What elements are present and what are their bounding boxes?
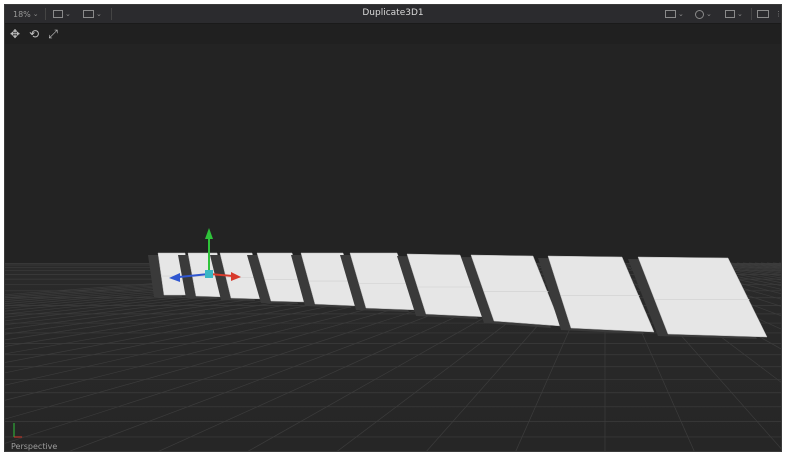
camera-label: Perspective — [11, 442, 58, 451]
more-button[interactable]: ⋮ — [775, 8, 782, 20]
3d-viewport[interactable]: Perspective — [5, 45, 781, 451]
viewer-titlebar: 18% ⌄ ⌄ ⌄ Duplicate3D1 ⌄ ⌄ ⌄ ⋮ — [5, 5, 781, 24]
viewer-window: 18% ⌄ ⌄ ⌄ Duplicate3D1 ⌄ ⌄ ⌄ ⋮ ✥ ⟲ ⤢ Per… — [4, 4, 782, 452]
scale-tool-icon[interactable]: ⤢ — [46, 27, 60, 41]
channel-icon — [695, 9, 704, 19]
lut-icon — [665, 10, 676, 18]
rotate-tool-icon[interactable]: ⟲ — [27, 27, 41, 41]
chevron-down-icon: ⌄ — [737, 10, 743, 18]
display-icon — [725, 10, 735, 18]
move-tool-icon[interactable]: ✥ — [8, 27, 22, 41]
lut-dropdown[interactable]: ⌄ — [665, 8, 684, 20]
chevron-down-icon: ⌄ — [678, 10, 684, 18]
3d-scene — [5, 228, 781, 451]
display-dropdown[interactable]: ⌄ — [725, 8, 743, 20]
more-options-icon: ⋮ — [775, 10, 782, 18]
channel-dropdown[interactable]: ⌄ — [695, 8, 712, 20]
fullscreen-button[interactable] — [757, 8, 769, 20]
transform-toolbar: ✥ ⟲ ⤢ — [5, 24, 781, 44]
gizmo-center-handle[interactable] — [205, 270, 213, 278]
gizmo-y-arrow-icon[interactable] — [205, 228, 213, 239]
toolbar-divider — [751, 8, 752, 20]
chevron-down-icon: ⌄ — [706, 10, 712, 18]
fullscreen-icon — [757, 10, 769, 18]
